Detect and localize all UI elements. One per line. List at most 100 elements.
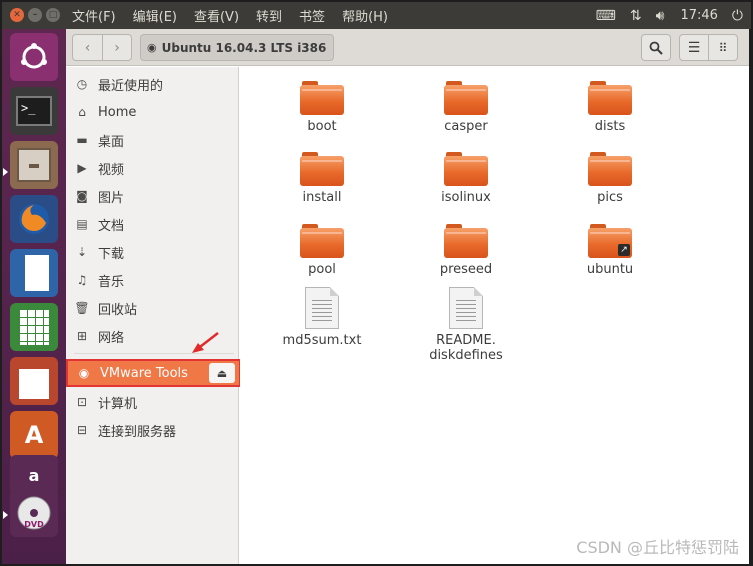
impress-icon[interactable] [10, 357, 58, 405]
folder-item-dists[interactable]: dists [555, 81, 665, 134]
sidebar-item-music[interactable]: ♫ 音乐 [66, 267, 239, 293]
file-item-md5sum[interactable]: md5sum.txt [267, 287, 377, 348]
sidebar-item-pictures[interactable]: ◙ 图片 [66, 183, 239, 209]
file-name: install [302, 190, 342, 205]
top-panel: ✕ – □ 文件(F) 编辑(E) 查看(V) 转到 书签 帮助(H) ⌨ ⇅ … [2, 2, 751, 29]
maximize-window-button[interactable]: □ [46, 8, 60, 22]
menubar: 文件(F) 编辑(E) 查看(V) 转到 书签 帮助(H) [72, 2, 405, 29]
back-button[interactable]: ‹ [73, 35, 102, 60]
folder-icon [300, 81, 344, 115]
network-icon[interactable]: ⇅ [630, 8, 642, 24]
volume-icon[interactable]: 🔊︎ [656, 8, 665, 24]
folder-icon [300, 224, 344, 258]
sidebar-item-label: 计算机 [98, 396, 138, 412]
menu-edit[interactable]: 编辑(E) [133, 6, 177, 25]
sidebar-item-computer[interactable]: ⊡ 计算机 [66, 389, 239, 415]
sidebar-item-recent[interactable]: ◷ 最近使用的 [66, 71, 239, 97]
folder-item-install[interactable]: install [267, 152, 377, 205]
sidebar-item-label: 文档 [98, 218, 125, 234]
menu-help[interactable]: 帮助(H) [342, 6, 388, 25]
network-icon: ⊞ [76, 329, 88, 343]
terminal-icon[interactable]: >_ [10, 87, 58, 135]
folder-icon [444, 152, 488, 186]
power-icon[interactable]: ⏻ [732, 8, 743, 24]
file-name: isolinux [441, 190, 491, 205]
close-window-button[interactable]: ✕ [10, 8, 24, 22]
sidebar-item-label: 视频 [98, 162, 125, 178]
sidebar-item-label: 下载 [98, 246, 125, 262]
sidebar-item-label: 最近使用的 [98, 78, 164, 94]
file-manager-window: ‹ › ◉ Ubuntu 16.04.3 LTS i386 ☰ ⠿ ◷ 最近使用的… [66, 29, 749, 564]
sidebar-item-trash[interactable]: 🗑︎ 回收站 [66, 295, 239, 321]
folder-item-boot[interactable]: boot [267, 81, 377, 134]
folder-item-pool[interactable]: pool [267, 224, 377, 277]
grid-view-button[interactable]: ⠿ [708, 34, 738, 61]
annotation-arrow [192, 332, 219, 353]
sidebar-item-desktop[interactable]: ▬ 桌面 [66, 127, 239, 153]
disc-icon: ◉ [147, 41, 157, 54]
path-label: Ubuntu 16.04.3 LTS i386 [161, 40, 327, 55]
keyboard-icon[interactable]: ⌨ [596, 8, 616, 24]
sidebar-item-videos[interactable]: ▶ 视频 [66, 155, 239, 181]
writer-icon[interactable] [10, 249, 58, 297]
path-bar-button[interactable]: ◉ Ubuntu 16.04.3 LTS i386 [140, 34, 334, 61]
file-name: pool [308, 262, 336, 277]
menu-go[interactable]: 转到 [256, 6, 282, 25]
sidebar-item-home[interactable]: ⌂ Home [66, 99, 239, 125]
video-icon: ▶ [77, 161, 87, 175]
places-sidebar: ◷ 最近使用的 ⌂ Home ▬ 桌面 ▶ 视频 ◙ 图片 ▤ 文档 ⇣ 下载 ♫ 音乐 🗑︎ 回… [66, 67, 241, 564]
folder-icon [588, 81, 632, 115]
firefox-icon[interactable] [10, 195, 58, 243]
camera-icon: ◙ [76, 189, 88, 203]
sidebar-item-label: 网络 [98, 330, 125, 346]
grid-icon: ⠿ [718, 40, 728, 55]
minimize-window-button[interactable]: – [28, 8, 42, 22]
file-name: README. diskdefines [429, 333, 503, 363]
symlink-arrow-icon: ↗ [618, 244, 630, 256]
chevron-right-icon: › [114, 39, 120, 56]
text-file-icon [449, 287, 483, 329]
folder-item-preseed[interactable]: preseed [411, 224, 521, 277]
file-name: pics [597, 190, 623, 205]
dash-icon[interactable] [10, 33, 58, 81]
folder-item-ubuntu[interactable]: ↗ ubuntu [555, 224, 665, 277]
file-name: ubuntu [586, 262, 634, 277]
file-name: boot [307, 119, 337, 134]
download-icon: ⇣ [76, 245, 88, 259]
folder-link-icon: ↗ [588, 224, 632, 258]
sidebar-item-downloads[interactable]: ⇣ 下载 [66, 239, 239, 265]
clock[interactable]: 17:46 [680, 8, 717, 23]
toolbar: ‹ › ◉ Ubuntu 16.04.3 LTS i386 ☰ ⠿ [66, 29, 749, 66]
folder-icon [588, 152, 632, 186]
folder-icon [444, 224, 488, 258]
file-manager-icon[interactable] [10, 141, 58, 189]
folder-icon [444, 81, 488, 115]
sidebar-item-label: VMware Tools [100, 365, 188, 381]
sidebar-item-documents[interactable]: ▤ 文档 [66, 211, 239, 237]
folder-item-isolinux[interactable]: isolinux [411, 152, 521, 205]
folder-item-casper[interactable]: casper [411, 81, 521, 134]
search-button[interactable] [641, 34, 671, 61]
desktop-icon: ▬ [76, 133, 88, 147]
menu-bookmarks[interactable]: 书签 [299, 6, 325, 25]
file-item-readme-diskdefines[interactable]: README. diskdefines [411, 287, 521, 363]
computer-icon: ⊡ [76, 395, 88, 409]
file-name: md5sum.txt [282, 333, 362, 348]
eject-icon: ⏏ [216, 366, 228, 380]
file-name: preseed [439, 262, 493, 277]
menu-view[interactable]: 查看(V) [194, 6, 239, 25]
sidebar-item-label: 回收站 [98, 302, 138, 318]
folder-item-pics[interactable]: pics [555, 152, 665, 205]
forward-button[interactable]: › [101, 35, 131, 60]
software-center-icon[interactable]: A [10, 411, 58, 459]
sidebar-item-vmware-tools[interactable]: ◉ VMware Tools ⏏ [66, 359, 241, 387]
menu-file[interactable]: 文件(F) [72, 6, 116, 25]
dvd-icon[interactable]: DVD [10, 489, 58, 537]
list-view-button[interactable]: ☰ [679, 34, 709, 61]
sidebar-item-label: 音乐 [98, 274, 125, 290]
trash-icon: 🗑︎ [74, 301, 90, 315]
sidebar-item-connect-server[interactable]: ⊟ 连接到服务器 [66, 417, 239, 443]
sidebar-item-label: 图片 [98, 190, 125, 206]
eject-button[interactable]: ⏏ [209, 363, 235, 383]
calc-icon[interactable] [10, 303, 58, 351]
